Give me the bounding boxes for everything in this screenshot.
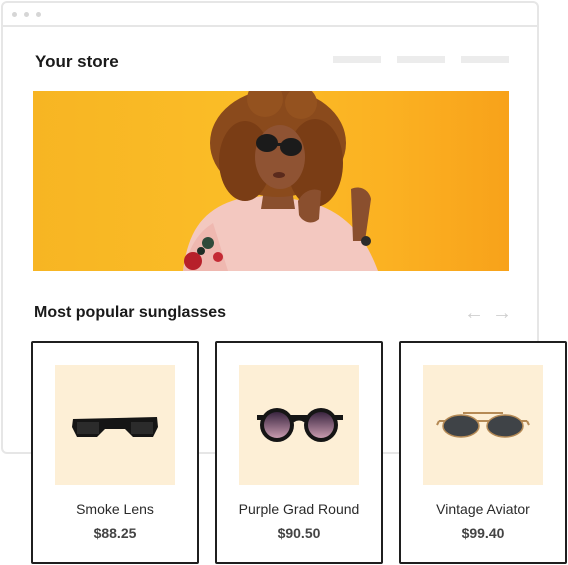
- product-image: [239, 365, 359, 485]
- prev-arrow-icon[interactable]: ←: [464, 301, 484, 325]
- product-price: $99.40: [461, 525, 505, 541]
- window-titlebar: [3, 3, 537, 27]
- window-dot-icon: [36, 12, 41, 17]
- product-price: $88.25: [93, 525, 137, 541]
- product-price: $90.50: [277, 525, 321, 541]
- window-dot-icon: [24, 12, 29, 17]
- aviator-sunglasses-icon: [436, 412, 530, 438]
- store-title: Your store: [35, 52, 119, 71]
- window-dot-icon: [12, 12, 17, 17]
- page: Your store Most popular sunglasses ← → S…: [0, 0, 568, 565]
- nav-link-placeholder[interactable]: [333, 56, 381, 63]
- product-name: Purple Grad Round: [238, 501, 360, 517]
- next-arrow-icon[interactable]: →: [492, 301, 512, 325]
- nav-link-placeholder[interactable]: [397, 56, 445, 63]
- product-name: Vintage Aviator: [436, 501, 530, 517]
- section-title: Most popular sunglasses: [34, 304, 227, 321]
- product-image: [423, 365, 543, 485]
- round-sunglasses-icon: [257, 408, 343, 442]
- product-image: [55, 365, 175, 485]
- hero-photo: [183, 91, 378, 271]
- product-card[interactable]: Vintage Aviator $99.40: [399, 341, 567, 564]
- hero-banner[interactable]: [33, 91, 509, 271]
- product-card[interactable]: Smoke Lens $88.25: [31, 341, 199, 564]
- product-card[interactable]: Purple Grad Round $90.50: [215, 341, 383, 564]
- nav-link-placeholder[interactable]: [461, 56, 509, 63]
- product-name: Smoke Lens: [76, 501, 154, 517]
- rectangular-sunglasses-icon: [72, 417, 158, 437]
